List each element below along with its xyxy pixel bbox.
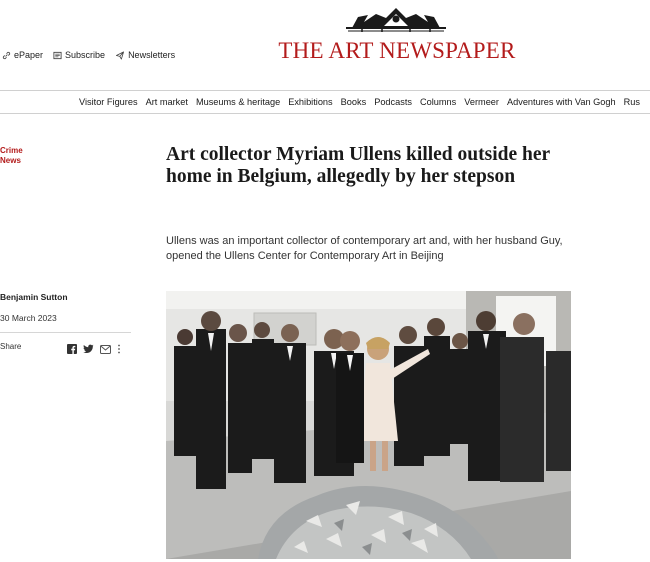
article-hero-image[interactable] [166, 291, 571, 559]
share-icons [67, 341, 121, 359]
author-byline[interactable]: Benjamin Sutton [0, 292, 68, 302]
more-icon[interactable] [117, 341, 121, 359]
gallery-photo-illustration [166, 291, 571, 559]
subscribe-label: Subscribe [65, 50, 106, 60]
newspaper-icon [53, 51, 62, 59]
nav-item-russia[interactable]: Rus [624, 97, 640, 107]
twitter-icon[interactable] [83, 341, 94, 359]
divider [0, 332, 131, 333]
newsletters-label: Newsletters [128, 50, 176, 60]
article-standfirst: Ullens was an important collector of con… [166, 235, 563, 262]
newsletters-link[interactable]: Newsletters [115, 50, 175, 60]
link-icon [2, 51, 11, 59]
email-icon[interactable] [100, 341, 111, 359]
epaper-label: ePaper [14, 50, 44, 60]
category-line-crime: Crime [0, 146, 23, 155]
paper-plane-icon [116, 50, 125, 60]
brand-name: THE ART NEWSPAPER [278, 38, 516, 63]
nav-item-exhibitions[interactable]: Exhibitions [288, 97, 332, 107]
eagle-logo-icon [346, 8, 446, 32]
epaper-link[interactable]: ePaper [2, 50, 43, 60]
category-line-news: News [0, 156, 21, 165]
nav-item-art-market[interactable]: Art market [146, 97, 188, 107]
masthead-logo[interactable]: THE ART NEWSPAPER [270, 4, 524, 66]
nav-item-podcasts[interactable]: Podcasts [374, 97, 412, 107]
utility-links: ePaper Subscribe Newsletters [2, 50, 175, 60]
nav-item-books[interactable]: Books [341, 97, 367, 107]
article-headline: Art collector Myriam Ullens killed outsi… [166, 144, 550, 187]
nav-item-museums-heritage[interactable]: Museums & heritage [196, 97, 280, 107]
nav-item-vermeer[interactable]: Vermeer [464, 97, 499, 107]
publish-date: 30 March 2023 [0, 313, 57, 323]
nav-item-visitor-figures[interactable]: Visitor Figures [79, 97, 138, 107]
share-label: Share [0, 342, 22, 351]
subscribe-link[interactable]: Subscribe [53, 50, 105, 60]
facebook-icon[interactable] [67, 341, 77, 359]
nav-item-adventures-van-gogh[interactable]: Adventures with Van Gogh [507, 97, 616, 107]
category-tag[interactable]: Crime News [0, 146, 23, 166]
main-navigation: Visitor Figures Art market Museums & her… [0, 90, 650, 114]
nav-item-columns[interactable]: Columns [420, 97, 456, 107]
